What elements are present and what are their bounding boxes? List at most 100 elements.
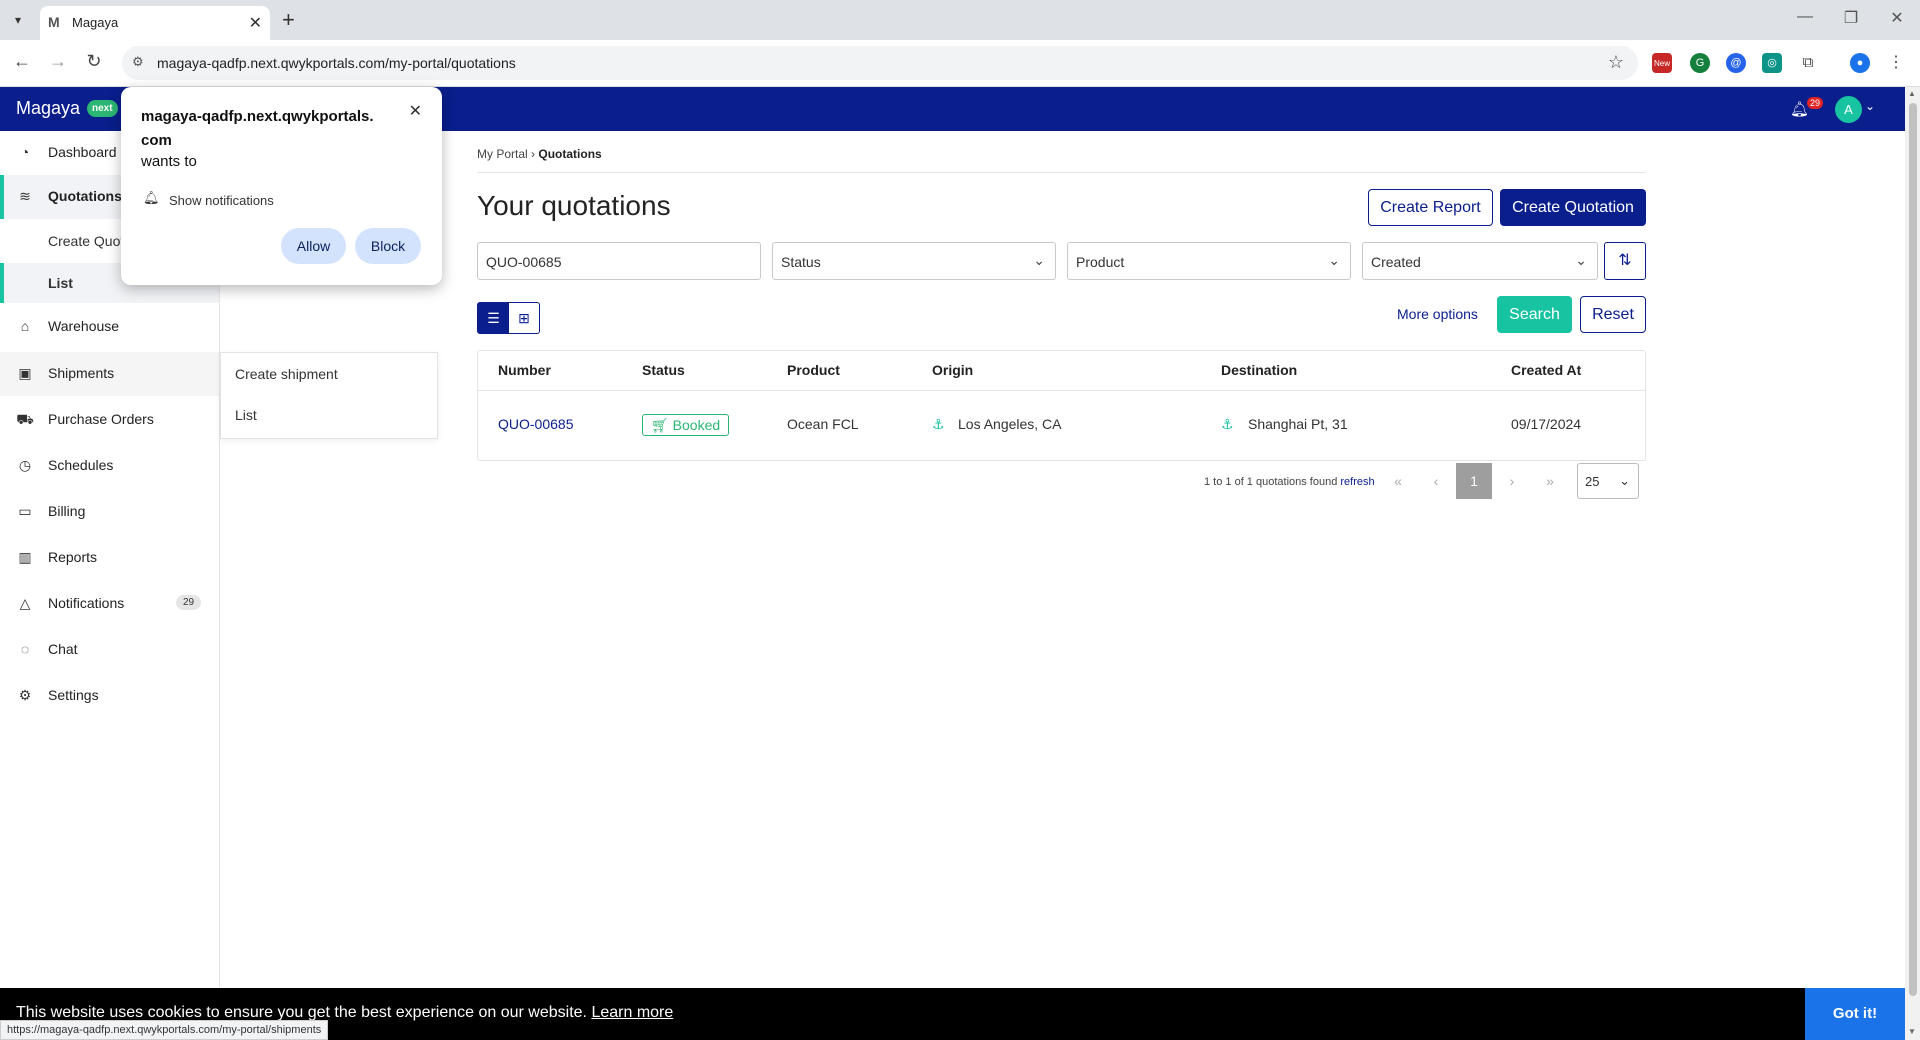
sidebar-sub-label: List (48, 275, 73, 291)
window-close-icon[interactable]: ✕ (1882, 8, 1912, 28)
column-header[interactable]: Destination (1221, 362, 1297, 378)
column-header[interactable]: Origin (932, 362, 973, 378)
column-header[interactable]: Status (642, 362, 685, 378)
next-page-icon[interactable]: › (1494, 463, 1530, 499)
anchor-icon: ⚓︎ (932, 416, 945, 432)
sidebar-item-purchase-orders[interactable]: ⛟ Purchase Orders (0, 398, 219, 442)
pagination-summary-text: 1 to 1 of 1 quotations found (1204, 476, 1338, 488)
restore-icon[interactable]: ❐ (1836, 8, 1866, 28)
sidebar-item-label: Shipments (48, 365, 115, 381)
search-input[interactable]: QUO-00685 (477, 242, 761, 280)
column-header[interactable]: Created At (1511, 362, 1581, 378)
address-bar[interactable]: ⚙ magaya-qadfp.next.qwykportals.com/my-p… (122, 46, 1638, 80)
last-page-icon[interactable]: » (1532, 463, 1568, 499)
scroll-thumb[interactable] (1909, 103, 1917, 996)
sidebar-item-schedules[interactable]: ◷ Schedules (0, 444, 219, 488)
learn-more-link[interactable]: Learn more (591, 1004, 673, 1021)
gauge-icon: ◔ (20, 144, 30, 160)
product-select-label: Product (1076, 254, 1125, 270)
tab-search-chevron-icon[interactable]: ▾ (6, 8, 30, 32)
browser-tab-bar: ▾ M Magaya ✕ + — ❐ ✕ (0, 0, 1920, 40)
tab-title: Magaya (72, 15, 119, 30)
page-number-current[interactable]: 1 (1456, 463, 1492, 499)
clock-icon: ◷ (18, 457, 32, 473)
bookmark-star-icon[interactable]: ☆ (1608, 52, 1624, 73)
cookie-accept-button[interactable]: Got it! (1805, 988, 1905, 1040)
sidebar-item-notifications[interactable]: △ Notifications 29 (0, 582, 219, 626)
sort-direction-icon[interactable]: ⇅ (1604, 242, 1646, 280)
breadcrumb-root[interactable]: My Portal (477, 147, 528, 161)
warehouse-icon: ⌂ (20, 318, 30, 334)
create-report-button[interactable]: Create Report (1368, 189, 1493, 226)
forward-icon[interactable]: → (46, 51, 70, 72)
chart-icon: ▥ (18, 549, 32, 565)
new-extension-icon[interactable]: New (1652, 53, 1672, 73)
notification-count-badge: 29 (1807, 97, 1824, 109)
block-button[interactable]: Block (355, 228, 421, 264)
sidebar-item-reports[interactable]: ▥ Reports (0, 536, 219, 580)
create-quotation-button[interactable]: Create Quotation (1500, 189, 1646, 226)
minimize-icon[interactable]: — (1790, 8, 1820, 26)
flyout-item-create-shipment[interactable]: Create shipment (235, 366, 338, 382)
column-header[interactable]: Product (787, 362, 840, 378)
status-bar-url: https://magaya-qadfp.next.qwykportals.co… (0, 1020, 329, 1040)
url-text[interactable]: magaya-qadfp.next.qwykportals.com/my-por… (157, 55, 516, 71)
page-scrollbar[interactable]: ▲ ▼ (1905, 87, 1920, 1040)
puzzle-icon[interactable]: ⧉ (1798, 53, 1818, 73)
shipments-flyout-menu: Create shipment List (220, 352, 438, 439)
browser-tab[interactable]: M Magaya ✕ (40, 6, 270, 40)
sort-by-select[interactable]: Created ⌄ (1362, 242, 1598, 280)
sidebar-item-billing[interactable]: ▭ Billing (0, 490, 219, 534)
sidebar-item-label: Settings (48, 687, 99, 703)
refresh-link[interactable]: refresh (1340, 476, 1374, 488)
gear-icon: ⚙ (18, 687, 32, 703)
reload-icon[interactable]: ↻ (82, 51, 106, 72)
sidebar-item-warehouse[interactable]: ⌂ Warehouse (0, 305, 219, 349)
profile-icon[interactable]: ● (1850, 53, 1870, 73)
site-info-icon[interactable]: ⚙ (132, 54, 144, 70)
flyout-item-list[interactable]: List (235, 407, 257, 423)
search-button[interactable]: Search (1497, 296, 1572, 333)
divider (477, 172, 1646, 173)
view-toggle: ☰ ⊞ (477, 302, 540, 334)
origin-cell: Los Angeles, CA (958, 416, 1062, 432)
back-icon[interactable]: ← (10, 51, 34, 72)
status-select[interactable]: Status ⌄ (772, 242, 1056, 280)
new-tab-icon[interactable]: + (282, 7, 295, 33)
sidebar-item-label: Warehouse (48, 318, 120, 334)
scroll-up-icon[interactable]: ▲ (1908, 89, 1916, 98)
page-size-value: 25 (1585, 474, 1600, 489)
menu-dots-icon[interactable]: ⋮ (1886, 53, 1906, 73)
chevron-down-icon[interactable]: ⌄ (1865, 99, 1875, 113)
anchor-icon: ⚓︎ (1221, 416, 1234, 432)
sidebar-item-shipments[interactable]: ▣ Shipments (0, 352, 219, 396)
tab-close-icon[interactable]: ✕ (249, 13, 262, 33)
more-options-link[interactable]: More options (1397, 306, 1478, 322)
prev-page-icon[interactable]: ‹ (1418, 463, 1454, 499)
permission-wants-to: wants to (141, 153, 197, 170)
status-badge: 🛒︎ Booked (642, 414, 730, 436)
sidebar-item-settings[interactable]: ⚙ Settings (0, 674, 219, 718)
sidebar-item-chat[interactable]: ◌ Chat (0, 628, 219, 672)
close-icon[interactable]: ✕ (409, 101, 422, 121)
notification-permission-popup: magaya-qadfp.next.qwykportals.com wants … (121, 87, 442, 285)
chevron-down-icon: ⌄ (1328, 252, 1340, 268)
sidebar-item-label: Dashboard (48, 144, 117, 160)
scroll-down-icon[interactable]: ▼ (1908, 1027, 1916, 1036)
product-select[interactable]: Product ⌄ (1067, 242, 1351, 280)
list-view-icon[interactable]: ☰ (478, 303, 509, 333)
quotation-number-link[interactable]: QUO-00685 (498, 416, 573, 432)
permission-site: magaya-qadfp.next.qwykportals.com (141, 108, 374, 149)
brand-logo[interactable]: Magaya (16, 98, 80, 119)
extension-icon[interactable]: @ (1726, 53, 1746, 73)
avatar[interactable]: A (1835, 96, 1862, 123)
extension-badge: New (1653, 59, 1670, 68)
first-page-icon[interactable]: « (1380, 463, 1416, 499)
grammarly-icon[interactable]: G (1690, 53, 1710, 73)
column-header[interactable]: Number (498, 362, 551, 378)
reset-button[interactable]: Reset (1580, 296, 1646, 333)
allow-button[interactable]: Allow (281, 228, 346, 264)
extension-icon-2[interactable]: ◎ (1762, 53, 1782, 73)
page-size-select[interactable]: 25 ⌄ (1577, 463, 1639, 499)
grid-view-icon[interactable]: ⊞ (509, 303, 539, 333)
